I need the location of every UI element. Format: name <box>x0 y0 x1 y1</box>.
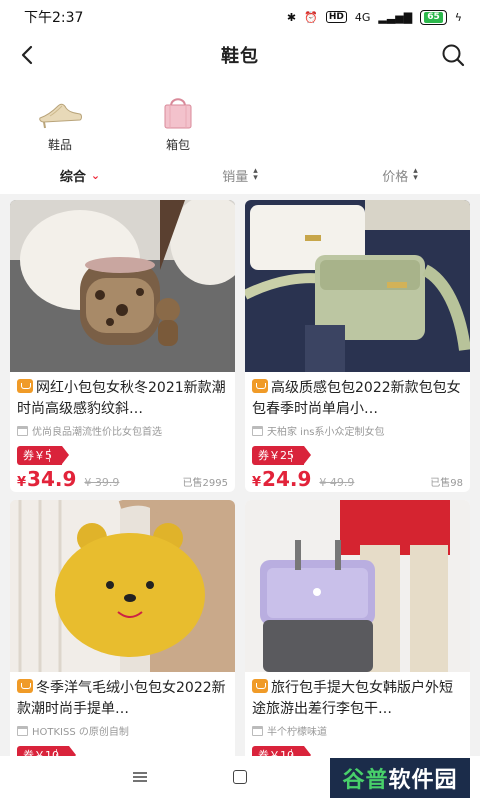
shop-name: 优尚良品潮流性价比女包首选 <box>32 427 162 438</box>
product-image <box>245 500 470 672</box>
shop-row[interactable]: 半个柠檬味道 <box>252 723 463 738</box>
tmall-icon <box>252 679 268 693</box>
network-label: 4G <box>354 10 371 24</box>
coupon-badge: 券￥25 <box>252 446 311 465</box>
nav-bar: 鞋包 <box>0 34 480 76</box>
product-card[interactable]: 冬季洋气毛绒小包包女2022新款潮时尚手提单… HOTKISS の原创自制 券￥… <box>10 500 235 792</box>
tmall-icon <box>17 379 33 393</box>
sort-bar: 综合 ⌄ 销量 ▴ ▾ 价格 ▴ ▾ <box>0 156 480 194</box>
coupon-badge: 券￥5 <box>17 446 69 465</box>
shop-icon <box>252 725 263 736</box>
page-title: 鞋包 <box>221 46 259 67</box>
product-card[interactable]: 旅行包手提大包女韩版户外短途旅游出差行李包干… 半个柠檬味道 券￥10 <box>245 500 470 792</box>
bluetooth-icon: ✱ <box>286 10 297 24</box>
shop-row[interactable]: HOTKISS の原创自制 <box>17 723 228 738</box>
sort-price[interactable]: 价格 ▴ ▾ <box>320 166 480 185</box>
shop-name: 半个柠檬味道 <box>267 727 327 738</box>
shop-row[interactable]: 优尚良品潮流性价比女包首选 <box>17 423 228 438</box>
product-title: 冬季洋气毛绒小包包女2022新款潮时尚手提单… <box>17 679 226 717</box>
category-row: 鞋品 箱包 <box>0 76 480 156</box>
price-row: ¥ 24.9 ¥ 49.9 已售98 <box>252 467 463 491</box>
sort-label: 价格 <box>382 169 409 185</box>
shop-row[interactable]: 天柏家 ins系小众定制女包 <box>252 423 463 438</box>
category-label: 箱包 <box>165 138 190 152</box>
price: 24.9 <box>262 467 312 491</box>
sort-updown-icon: ▴ ▾ <box>253 166 258 183</box>
sold-count: 已售98 <box>430 478 463 489</box>
tmall-icon <box>17 679 33 693</box>
price-row: ¥ 34.9 ¥ 39.9 已售2995 <box>17 467 228 491</box>
original-price: ¥ 49.9 <box>319 476 355 489</box>
watermark-logo: 谷普 软件园 <box>330 758 470 798</box>
original-price: ¥ 39.9 <box>84 476 120 489</box>
alarm-icon: ⏰ <box>304 10 318 24</box>
category-shoes[interactable]: 鞋品 <box>30 94 90 156</box>
sort-updown-icon: ▴ ▾ <box>413 166 418 183</box>
sort-sales[interactable]: 销量 ▴ ▾ <box>160 166 320 185</box>
shop-icon <box>17 425 28 436</box>
status-bar: 下午2:37 ✱ ⏰ HD 4G ▂▃▅▇ 65 ϟ <box>0 0 480 34</box>
shop-name: HOTKISS の原创自制 <box>32 727 129 738</box>
category-label: 鞋品 <box>47 138 72 152</box>
charging-icon: ϟ <box>454 10 462 24</box>
category-bags[interactable]: 箱包 <box>148 94 208 156</box>
product-image <box>245 200 470 372</box>
price-currency: ¥ <box>17 475 27 490</box>
back-arrow-icon[interactable] <box>16 42 42 68</box>
battery-level: 65 <box>424 11 443 23</box>
home-icon[interactable] <box>233 770 247 784</box>
watermark-text: 软件园 <box>388 768 458 793</box>
battery-icon: 65 <box>420 9 447 25</box>
sold-count: 已售2995 <box>182 478 228 489</box>
watermark-text: 谷普 <box>342 768 389 793</box>
product-image <box>10 200 235 372</box>
product-card[interactable]: 网红小包包女秋冬2021新款潮时尚高级感豹纹斜… 优尚良品潮流性价比女包首选 券… <box>10 200 235 492</box>
price-currency: ¥ <box>252 475 262 490</box>
product-image <box>10 500 235 672</box>
product-title: 旅行包手提大包女韩版户外短途旅游出差行李包干… <box>252 679 453 717</box>
tmall-icon <box>252 379 268 393</box>
handbag-icon <box>164 98 192 129</box>
product-grid: 网红小包包女秋冬2021新款潮时尚高级感豹纹斜… 优尚良品潮流性价比女包首选 券… <box>10 200 470 792</box>
product-title: 高级质感包包2022新款包包女包春季时尚单肩小… <box>252 379 461 417</box>
sort-comprehensive[interactable]: 综合 ⌄ <box>0 166 160 185</box>
signal-icon: ▂▃▅▇ <box>378 10 413 24</box>
shop-icon <box>252 425 263 436</box>
chevron-down-icon: ⌄ <box>90 168 101 182</box>
status-icons: ✱ ⏰ HD 4G ▂▃▅▇ 65 ϟ <box>286 9 462 25</box>
search-icon[interactable] <box>440 42 466 68</box>
system-nav-bar: 谷普 软件园 <box>0 756 480 800</box>
product-title: 网红小包包女秋冬2021新款潮时尚高级感豹纹斜… <box>17 379 226 417</box>
shoe-icon <box>39 103 82 129</box>
shop-icon <box>17 725 28 736</box>
shop-name: 天柏家 ins系小众定制女包 <box>267 427 385 438</box>
price: 34.9 <box>27 467 77 491</box>
status-time: 下午2:37 <box>24 10 84 26</box>
menu-icon[interactable] <box>132 771 148 783</box>
sort-label: 综合 <box>59 169 86 185</box>
sort-label: 销量 <box>222 169 249 185</box>
hd-badge: HD <box>325 11 347 23</box>
product-card[interactable]: 高级质感包包2022新款包包女包春季时尚单肩小… 天柏家 ins系小众定制女包 … <box>245 200 470 492</box>
